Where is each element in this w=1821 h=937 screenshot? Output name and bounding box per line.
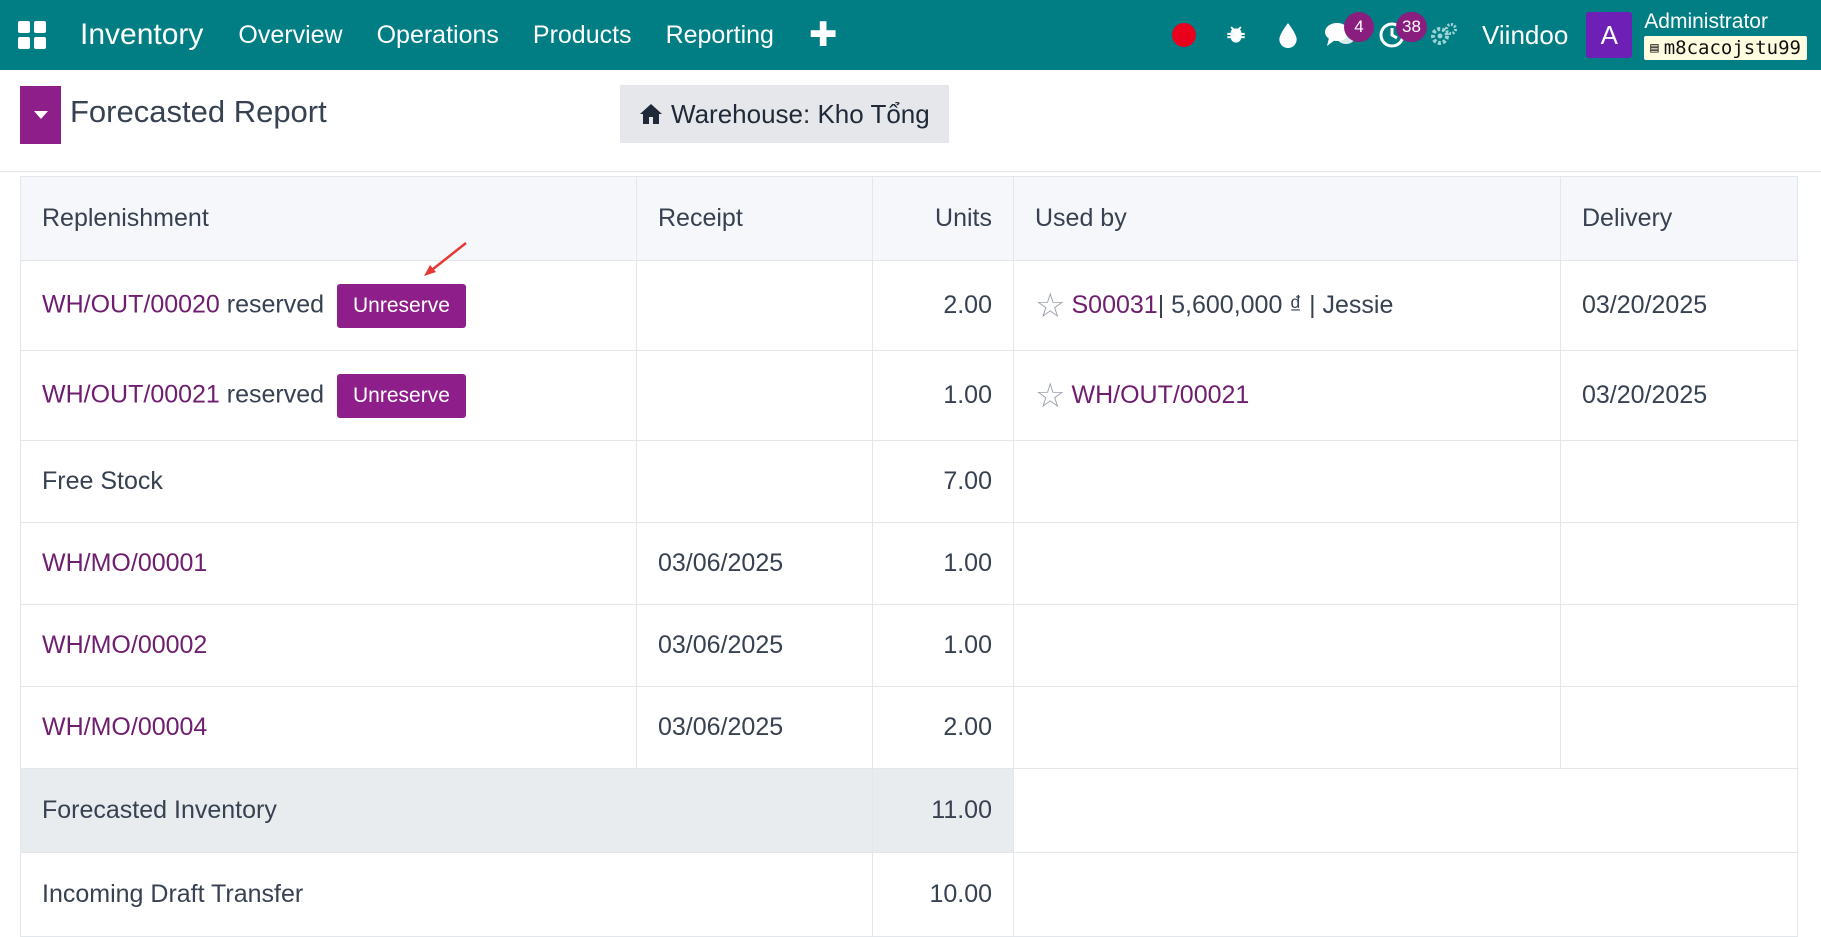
delivery-cell: 03/20/2025	[1560, 260, 1798, 351]
table-row: WH/MO/00001 03/06/2025 1.00	[20, 522, 1798, 605]
incoming-draft-row: Incoming Draft Transfer 10.00	[20, 852, 1798, 937]
col-used-by: Used by	[1013, 176, 1561, 261]
used-by-cell: ☆ WH/OUT/00021	[1013, 350, 1561, 441]
database-name: m8cacojstu99	[1663, 36, 1801, 59]
receipt-cell	[636, 350, 873, 441]
replenishment-cell: WH/MO/00001	[20, 522, 637, 605]
menu-reporting[interactable]: Reporting	[649, 21, 791, 50]
app-brand[interactable]: Inventory	[64, 18, 221, 52]
delivery-cell	[1560, 604, 1798, 687]
activities-clock-icon[interactable]: 38	[1366, 7, 1427, 63]
user-avatar[interactable]: A	[1586, 12, 1633, 58]
plus-icon[interactable]: ✚	[791, 15, 856, 55]
used-by-cell	[1013, 522, 1561, 605]
delivery-cell	[1560, 686, 1798, 769]
star-icon[interactable]: ☆	[1035, 289, 1065, 323]
unreserve-button[interactable]: Unreserve	[337, 283, 466, 328]
user-name: Administrator	[1644, 9, 1768, 33]
annotation-arrow-icon	[424, 242, 467, 276]
apps-menu-icon[interactable]	[0, 7, 64, 63]
caret-down-icon	[33, 111, 48, 119]
col-receipt: Receipt	[636, 176, 873, 261]
incoming-empty	[1013, 852, 1798, 937]
mo-link[interactable]: WH/MO/00004	[42, 713, 207, 741]
table-row: WH/OUT/00020 reserved Unreserve 2.00 ☆ S…	[20, 260, 1798, 351]
table-row: WH/MO/00004 03/06/2025 2.00	[20, 686, 1798, 769]
sale-order-link[interactable]: S00031	[1071, 291, 1157, 320]
warehouse-label: Warehouse: Kho Tổng	[671, 98, 930, 129]
settings-gears-icon[interactable]	[1418, 7, 1470, 63]
home-icon	[640, 104, 662, 124]
forecast-empty	[1013, 768, 1798, 853]
database-label: ▤ m8cacojstu99	[1644, 35, 1807, 60]
status-text: reserved	[226, 290, 325, 319]
delivery-cell	[1560, 440, 1798, 523]
incoming-units: 10.00	[872, 852, 1014, 937]
replenishment-cell: WH/OUT/00021 reserved Unreserve	[20, 350, 637, 441]
mo-link[interactable]: WH/MO/00001	[42, 549, 207, 577]
replenishment-cell: Free Stock	[20, 440, 637, 523]
table-row: WH/MO/00002 03/06/2025 1.00	[20, 604, 1798, 687]
forecast-total-row: Forecasted Inventory 11.00	[20, 768, 1798, 853]
units-cell: 2.00	[872, 260, 1014, 351]
sale-order-details: | 5,600,000 ₫ | Jessie	[1157, 291, 1394, 319]
units-cell: 1.00	[872, 522, 1014, 605]
star-icon[interactable]: ☆	[1035, 379, 1065, 413]
col-delivery: Delivery	[1560, 176, 1798, 261]
receipt-cell	[636, 260, 873, 351]
database-icon: ▤	[1650, 39, 1659, 56]
delivery-cell: 03/20/2025	[1560, 350, 1798, 441]
report-dropdown-toggle[interactable]	[20, 86, 61, 144]
company-switcher[interactable]: Viindoo	[1470, 20, 1586, 51]
used-by-cell: ☆ S00031 | 5,600,000 ₫ | Jessie	[1013, 260, 1561, 351]
replenishment-cell: WH/MO/00002	[20, 604, 637, 687]
table-row: WH/OUT/00021 reserved Unreserve 1.00 ☆ W…	[20, 350, 1798, 441]
picking-link[interactable]: WH/OUT/00020	[42, 290, 220, 318]
unreserve-button[interactable]: Unreserve	[337, 373, 466, 418]
used-by-cell	[1013, 686, 1561, 769]
receipt-cell: 03/06/2025	[636, 604, 873, 687]
picking-link[interactable]: WH/OUT/00021	[42, 380, 220, 408]
menu-operations[interactable]: Operations	[360, 21, 516, 50]
receipt-cell	[636, 440, 873, 523]
drop-icon[interactable]	[1262, 7, 1314, 63]
control-panel: Forecasted Report Warehouse: Kho Tổng	[0, 70, 1821, 172]
forecast-label: Forecasted Inventory	[20, 768, 873, 853]
bug-icon[interactable]	[1210, 7, 1262, 63]
table-row: Free Stock 7.00	[20, 440, 1798, 523]
user-menu[interactable]: Administrator ▤ m8cacojstu99	[1644, 9, 1807, 60]
top-navbar: Inventory Overview Operations Products R…	[0, 0, 1821, 70]
menu-overview[interactable]: Overview	[221, 21, 359, 50]
status-text: reserved	[226, 380, 325, 409]
delivery-cell	[1560, 522, 1798, 605]
forecast-table: Replenishment Receipt Units Used by Deli…	[20, 176, 1798, 937]
col-replenishment: Replenishment	[20, 176, 637, 261]
used-by-cell	[1013, 604, 1561, 687]
replenishment-cell: WH/MO/00004	[20, 686, 637, 769]
forecast-units: 11.00	[872, 768, 1014, 853]
navbar-systray: 4 38 Viindoo A Administrator ▤ m8cacojst…	[1158, 0, 1807, 70]
receipt-cell: 03/06/2025	[636, 686, 873, 769]
col-units: Units	[872, 176, 1014, 261]
record-icon[interactable]	[1158, 7, 1210, 63]
mo-link[interactable]: WH/MO/00002	[42, 631, 207, 659]
incoming-label: Incoming Draft Transfer	[20, 852, 873, 937]
units-cell: 2.00	[872, 686, 1014, 769]
used-by-link[interactable]: WH/OUT/00021	[1071, 381, 1249, 410]
units-cell: 1.00	[872, 604, 1014, 687]
warehouse-filter-button[interactable]: Warehouse: Kho Tổng	[620, 85, 949, 143]
menu-products[interactable]: Products	[516, 21, 649, 50]
receipt-cell: 03/06/2025	[636, 522, 873, 605]
replenishment-cell: WH/OUT/00020 reserved Unreserve	[20, 260, 637, 351]
page-title: Forecasted Report	[70, 94, 327, 129]
units-cell: 1.00	[872, 350, 1014, 441]
units-cell: 7.00	[872, 440, 1014, 523]
used-by-cell	[1013, 440, 1561, 523]
messages-icon[interactable]: 4	[1314, 7, 1375, 63]
